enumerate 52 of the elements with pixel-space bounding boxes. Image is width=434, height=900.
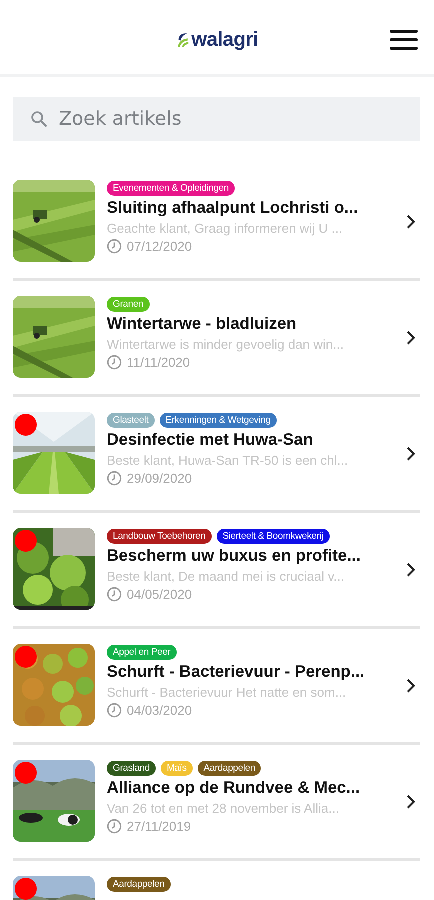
- article-item[interactable]: Granen Wintertarwe - bladluizen Wintertarwe is minder gevoelig dan win... 11/11/2020: [13, 281, 420, 397]
- category-tag: Sierteelt & Boomkwekerij: [216, 529, 330, 544]
- article-date: 07/12/2020: [127, 239, 192, 254]
- article-title: Bescherm uw buxus en profite...: [107, 547, 362, 566]
- chevron-right-icon: [406, 214, 416, 230]
- clock-icon: [107, 471, 122, 486]
- menu-icon: [390, 29, 418, 51]
- article-item[interactable]: Glasteelt Erkenningen & Wetgeving Desinfectie met Huwa-San Beste klant, Huwa-San TR-50 is een chl... 29/09/2020: [13, 397, 420, 513]
- clock-icon: [107, 587, 122, 602]
- article-title: Wintertarwe - bladluizen: [107, 315, 298, 334]
- article-excerpt: Beste klant, Huwa-San TR-50 is een chl...: [107, 453, 350, 468]
- article-title: Schurft - Bacterievuur - Perenp...: [107, 663, 366, 682]
- article-excerpt: Van 26 tot en met 28 november is Allia...: [107, 801, 340, 816]
- category-tag: Aardappelen: [107, 877, 171, 892]
- category-tag: Evenementen & Opleidingen: [107, 181, 235, 196]
- article-excerpt: Beste klant, De maand mei is cruciaal v...: [107, 569, 346, 584]
- clock-icon: [107, 703, 122, 718]
- chevron-right-icon: [406, 794, 416, 810]
- chevron-right-icon: [406, 562, 416, 578]
- clock-icon: [107, 355, 122, 370]
- article-date: 29/09/2020: [127, 471, 192, 486]
- category-tag: Maïs: [160, 761, 193, 776]
- logo-wordmark: walagri: [192, 28, 258, 52]
- article-title: Desinfectie met Huwa-San: [107, 431, 314, 450]
- category-tag: Grasland: [107, 761, 156, 776]
- category-tag: Landbouw Toebehoren: [107, 529, 212, 544]
- menu-button[interactable]: [390, 29, 418, 51]
- category-tag: Granen: [107, 297, 150, 312]
- article-date: 04/05/2020: [127, 587, 192, 602]
- chevron-right-icon: [406, 330, 416, 346]
- article-excerpt: Schurft - Bacterievuur Het natte en som...: [107, 685, 348, 700]
- article-date: 11/11/2020: [127, 355, 190, 370]
- clock-icon: [107, 819, 122, 834]
- search-field[interactable]: Zoek artikels: [13, 97, 420, 141]
- chevron-right-icon: [406, 446, 416, 462]
- article-date: 04/03/2020: [127, 703, 192, 718]
- article-item[interactable]: Grasland Maïs Aardappelen Alliance op de Rundvee & Mec... Van 26 tot en met 28 november is Allia... 27/11/2019: [13, 745, 420, 861]
- category-tag: Glasteelt: [107, 413, 155, 428]
- article-date: 27/11/2019: [127, 819, 192, 834]
- article-title: Sluiting afhaalpunt Lochristi o...: [107, 199, 360, 218]
- article-item[interactable]: Evenementen & Opleidingen Sluiting afhaalpunt Lochristi o... Geachte klant, Graag informeren wij U ... 07/12/2020: [13, 165, 420, 281]
- category-tag: Aardappelen: [198, 761, 262, 776]
- article-item[interactable]: Landbouw Toebehoren Sierteelt & Boomkwekerij Bescherm uw buxus en profite... Beste klant, De maand mei is cruciaal v... 04/05/2020: [13, 513, 420, 629]
- category-tag: Erkenningen & Wetgeving: [160, 413, 277, 428]
- category-tag: Appel en Peer: [107, 645, 177, 660]
- article-excerpt: Geachte klant, Graag informeren wij U ...: [107, 221, 344, 236]
- article-item[interactable]: Appel en Peer Schurft - Bacterievuur - Perenp... Schurft - Bacterievuur Het natte en som... 04/03/2020: [13, 629, 420, 745]
- article-excerpt: Wintertarwe is minder gevoelig dan win...: [107, 337, 345, 352]
- article-item[interactable]: Aardappelen: [13, 861, 420, 900]
- clock-icon: [107, 239, 122, 254]
- chevron-right-icon: [406, 678, 416, 694]
- article-title: Alliance op de Rundvee & Mec...: [107, 779, 362, 798]
